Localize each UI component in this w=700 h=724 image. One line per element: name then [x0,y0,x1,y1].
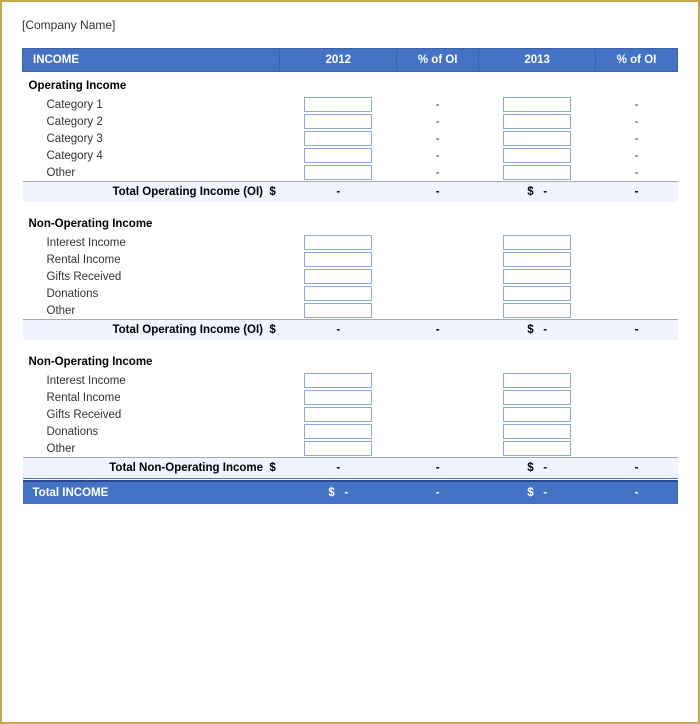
other-nonop2-2012-input[interactable] [304,441,372,456]
donations2-2013-input[interactable] [503,424,571,439]
interest-2012-input[interactable] [304,235,372,250]
other-op-2012-input[interactable] [304,165,372,180]
donations2-2012-input[interactable] [304,424,372,439]
donations-2013-input[interactable] [503,286,571,301]
non-operating-income-2-title: Non-Operating Income [23,348,678,372]
total-non-operating-income-row: Total Non-Operating Income $ - - $ - - [23,458,678,479]
rental-2012-input[interactable] [304,252,372,267]
total-operating-income-row: Total Operating Income (OI) $ - - $ - - [23,182,678,203]
non-operating-income-1-title: Non-Operating Income [23,210,678,234]
cat2-2013-input[interactable] [503,114,571,129]
total-income-row: Total INCOME $ - - $ - - [23,481,678,504]
table-row: Interest Income [23,234,678,251]
year-2013-header: 2013 [479,49,596,72]
table-row: Donations [23,423,678,440]
total-operating-income-row-2: Total Operating Income (OI) $ - - $ - - [23,320,678,341]
table-row: Category 4 - - [23,147,678,164]
table-row: Rental Income [23,251,678,268]
other-nonop2-2013-input[interactable] [503,441,571,456]
pct-oi-1-header: % of OI [397,49,479,72]
interest2-2012-input[interactable] [304,373,372,388]
pct-oi-2-header: % of OI [596,49,678,72]
interest-2013-input[interactable] [503,235,571,250]
gifts-2012-input[interactable] [304,269,372,284]
interest2-2013-input[interactable] [503,373,571,388]
donations-2012-input[interactable] [304,286,372,301]
table-row: Category 2 - - [23,113,678,130]
gifts2-2013-input[interactable] [503,407,571,422]
other-op-2013-input[interactable] [503,165,571,180]
table-row: Interest Income [23,372,678,389]
year-2012-header: 2012 [280,49,397,72]
table-row: Gifts Received [23,268,678,285]
cat4-2012-input[interactable] [304,148,372,163]
table-row: Category 1 - - [23,96,678,113]
table-row: Gifts Received [23,406,678,423]
cat3-2013-input[interactable] [503,131,571,146]
total-income-label: Total INCOME [23,481,280,504]
company-name: [Company Name] [22,18,678,32]
table-row: Other [23,302,678,320]
table-row: Other [23,440,678,458]
income-header: INCOME [23,49,280,72]
cat1-2012-input[interactable] [304,97,372,112]
cat3-2012-input[interactable] [304,131,372,146]
table-row: Category 3 - - [23,130,678,147]
cat4-2013-input[interactable] [503,148,571,163]
gifts-2013-input[interactable] [503,269,571,284]
gifts2-2012-input[interactable] [304,407,372,422]
other-nonop1-2012-input[interactable] [304,303,372,318]
table-row: Donations [23,285,678,302]
table-header: INCOME 2012 % of OI 2013 % of OI [23,49,678,72]
cat2-2012-input[interactable] [304,114,372,129]
table-row: Other - - [23,164,678,182]
operating-income-title: Operating Income [23,72,678,97]
other-nonop1-2013-input[interactable] [503,303,571,318]
rental2-2012-input[interactable] [304,390,372,405]
cat1-2013-input[interactable] [503,97,571,112]
rental2-2013-input[interactable] [503,390,571,405]
table-row: Rental Income [23,389,678,406]
rental-2013-input[interactable] [503,252,571,267]
